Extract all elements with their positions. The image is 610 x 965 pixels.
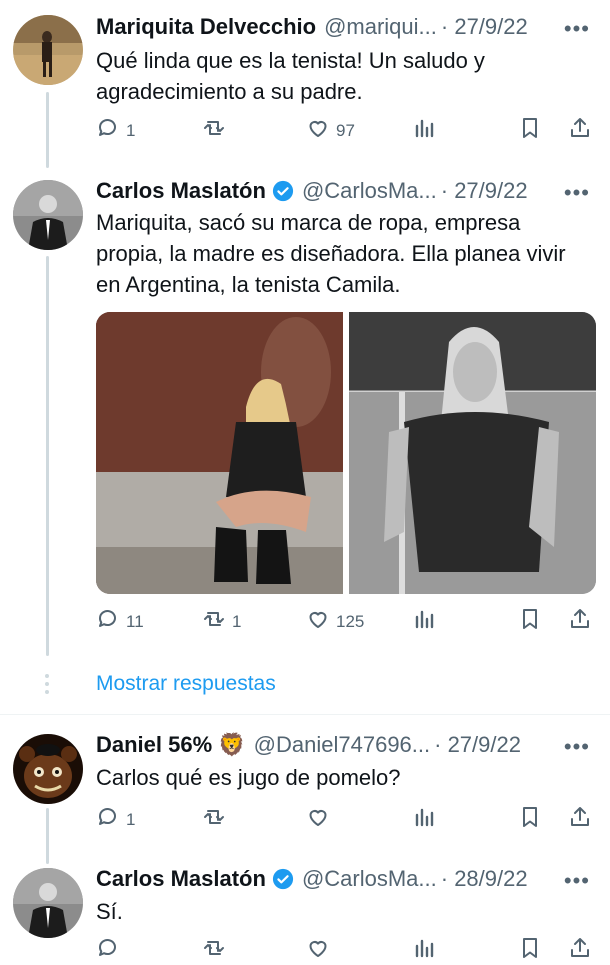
share-button[interactable] xyxy=(568,936,592,965)
retweet-icon xyxy=(202,607,226,636)
like-icon xyxy=(306,936,330,965)
divider xyxy=(0,714,610,715)
retweet-button[interactable] xyxy=(202,936,226,965)
avatar[interactable] xyxy=(13,734,83,804)
bookmark-icon xyxy=(518,116,542,145)
show-replies-link[interactable]: Mostrar respuestas xyxy=(96,672,276,696)
reply-count: 1 xyxy=(126,120,136,140)
verified-badge-icon xyxy=(272,868,294,890)
media-photo-2[interactable] xyxy=(349,312,596,594)
tweet-actions: 1 xyxy=(96,805,596,833)
reply-button[interactable]: 11 xyxy=(96,607,144,636)
tweet-text: Qué linda que es la tenista! Un saludo y… xyxy=(96,48,485,104)
bookmark-icon xyxy=(518,805,542,834)
like-button[interactable]: 97 xyxy=(306,116,355,145)
views-icon xyxy=(412,805,436,834)
tweet-date[interactable]: · 27/9/22 xyxy=(434,732,521,758)
like-button[interactable]: 125 xyxy=(306,607,364,636)
retweet-button[interactable] xyxy=(202,805,226,834)
tweet-header: Daniel 56% 🦁 @Daniel747696... · 27/9/22 … xyxy=(96,730,596,760)
verified-badge-icon xyxy=(272,180,294,202)
author-name[interactable]: Mariquita Delvecchio xyxy=(96,14,316,40)
thread-line xyxy=(46,256,49,656)
bookmark-button[interactable] xyxy=(518,805,542,834)
like-button[interactable] xyxy=(306,805,330,834)
share-button[interactable] xyxy=(568,805,592,834)
share-icon xyxy=(568,607,592,636)
avatar[interactable] xyxy=(13,15,83,85)
bookmark-icon xyxy=(518,936,542,965)
share-icon xyxy=(568,936,592,965)
author-name[interactable]: Carlos Maslatón xyxy=(96,178,266,204)
tweet-header: Carlos Maslatón @CarlosMa... · 27/9/22 •… xyxy=(96,176,596,206)
reply-count: 11 xyxy=(126,611,144,631)
reply-button[interactable]: 1 xyxy=(96,116,135,145)
views-button[interactable] xyxy=(412,607,436,636)
share-icon xyxy=(568,116,592,145)
share-button[interactable] xyxy=(568,116,592,145)
like-icon xyxy=(306,607,330,636)
reply-icon xyxy=(96,936,120,965)
more-icon[interactable]: ••• xyxy=(564,16,590,42)
thread-line xyxy=(46,808,49,864)
reply-icon xyxy=(96,805,120,834)
like-icon xyxy=(306,805,330,834)
more-icon[interactable]: ••• xyxy=(564,180,590,206)
retweet-button[interactable] xyxy=(202,116,232,145)
reply-count: 1 xyxy=(126,809,136,829)
tweet-date[interactable]: · 28/9/22 xyxy=(441,866,528,892)
tweet-text: Mariquita, sacó su marca de ropa, empres… xyxy=(96,210,566,297)
more-icon[interactable]: ••• xyxy=(564,734,590,760)
tweet-media[interactable] xyxy=(96,312,596,594)
tweet-header: Carlos Maslatón @CarlosMa... · 28/9/22 •… xyxy=(96,864,596,894)
retweet-icon xyxy=(202,936,226,965)
like-button[interactable] xyxy=(306,936,330,965)
author-handle[interactable]: @Daniel747696... xyxy=(254,732,430,758)
tweet-actions: 11 1 125 xyxy=(96,607,596,635)
reply-icon xyxy=(96,607,120,636)
tweet-date[interactable]: · 27/9/22 xyxy=(441,14,528,40)
thread-dots xyxy=(44,674,50,698)
retweet-count: 1 xyxy=(232,611,242,631)
tweet-header: Mariquita Delvecchio @mariqui... · 27/9/… xyxy=(96,12,596,42)
views-icon xyxy=(412,936,436,965)
retweet-icon xyxy=(202,805,226,834)
reply-button[interactable]: 1 xyxy=(96,805,135,834)
reply-icon xyxy=(96,116,120,145)
tweet-text: Sí. xyxy=(96,899,123,924)
tweet-actions xyxy=(96,936,596,964)
thread-line xyxy=(46,92,49,168)
author-handle[interactable]: @CarlosMa... xyxy=(302,178,437,204)
media-photo-1[interactable] xyxy=(96,312,343,594)
author-handle[interactable]: @CarlosMa... xyxy=(302,866,437,892)
views-icon xyxy=(412,607,436,636)
bookmark-button[interactable] xyxy=(518,607,542,636)
tweet-actions: 1 97 xyxy=(96,116,596,144)
bookmark-icon xyxy=(518,607,542,636)
author-name[interactable]: Carlos Maslatón xyxy=(96,866,266,892)
author-handle[interactable]: @mariqui... xyxy=(324,14,437,40)
tweet-text: Carlos qué es jugo de pomelo? xyxy=(96,765,401,790)
share-icon xyxy=(568,805,592,834)
like-icon xyxy=(306,116,330,145)
tweet-date[interactable]: · 27/9/22 xyxy=(441,178,528,204)
like-count: 125 xyxy=(336,611,365,631)
like-count: 97 xyxy=(336,120,355,140)
avatar[interactable] xyxy=(13,868,83,938)
bookmark-button[interactable] xyxy=(518,116,542,145)
bookmark-button[interactable] xyxy=(518,936,542,965)
views-button[interactable] xyxy=(412,116,436,145)
reply-button[interactable] xyxy=(96,936,120,965)
retweet-icon xyxy=(202,116,226,145)
more-icon[interactable]: ••• xyxy=(564,868,590,894)
retweet-button[interactable]: 1 xyxy=(202,607,241,636)
avatar[interactable] xyxy=(13,180,83,250)
share-button[interactable] xyxy=(568,607,592,636)
views-button[interactable] xyxy=(412,936,436,965)
views-button[interactable] xyxy=(412,805,436,834)
author-name[interactable]: Daniel 56% 🦁 xyxy=(96,732,246,758)
views-icon xyxy=(412,116,436,145)
